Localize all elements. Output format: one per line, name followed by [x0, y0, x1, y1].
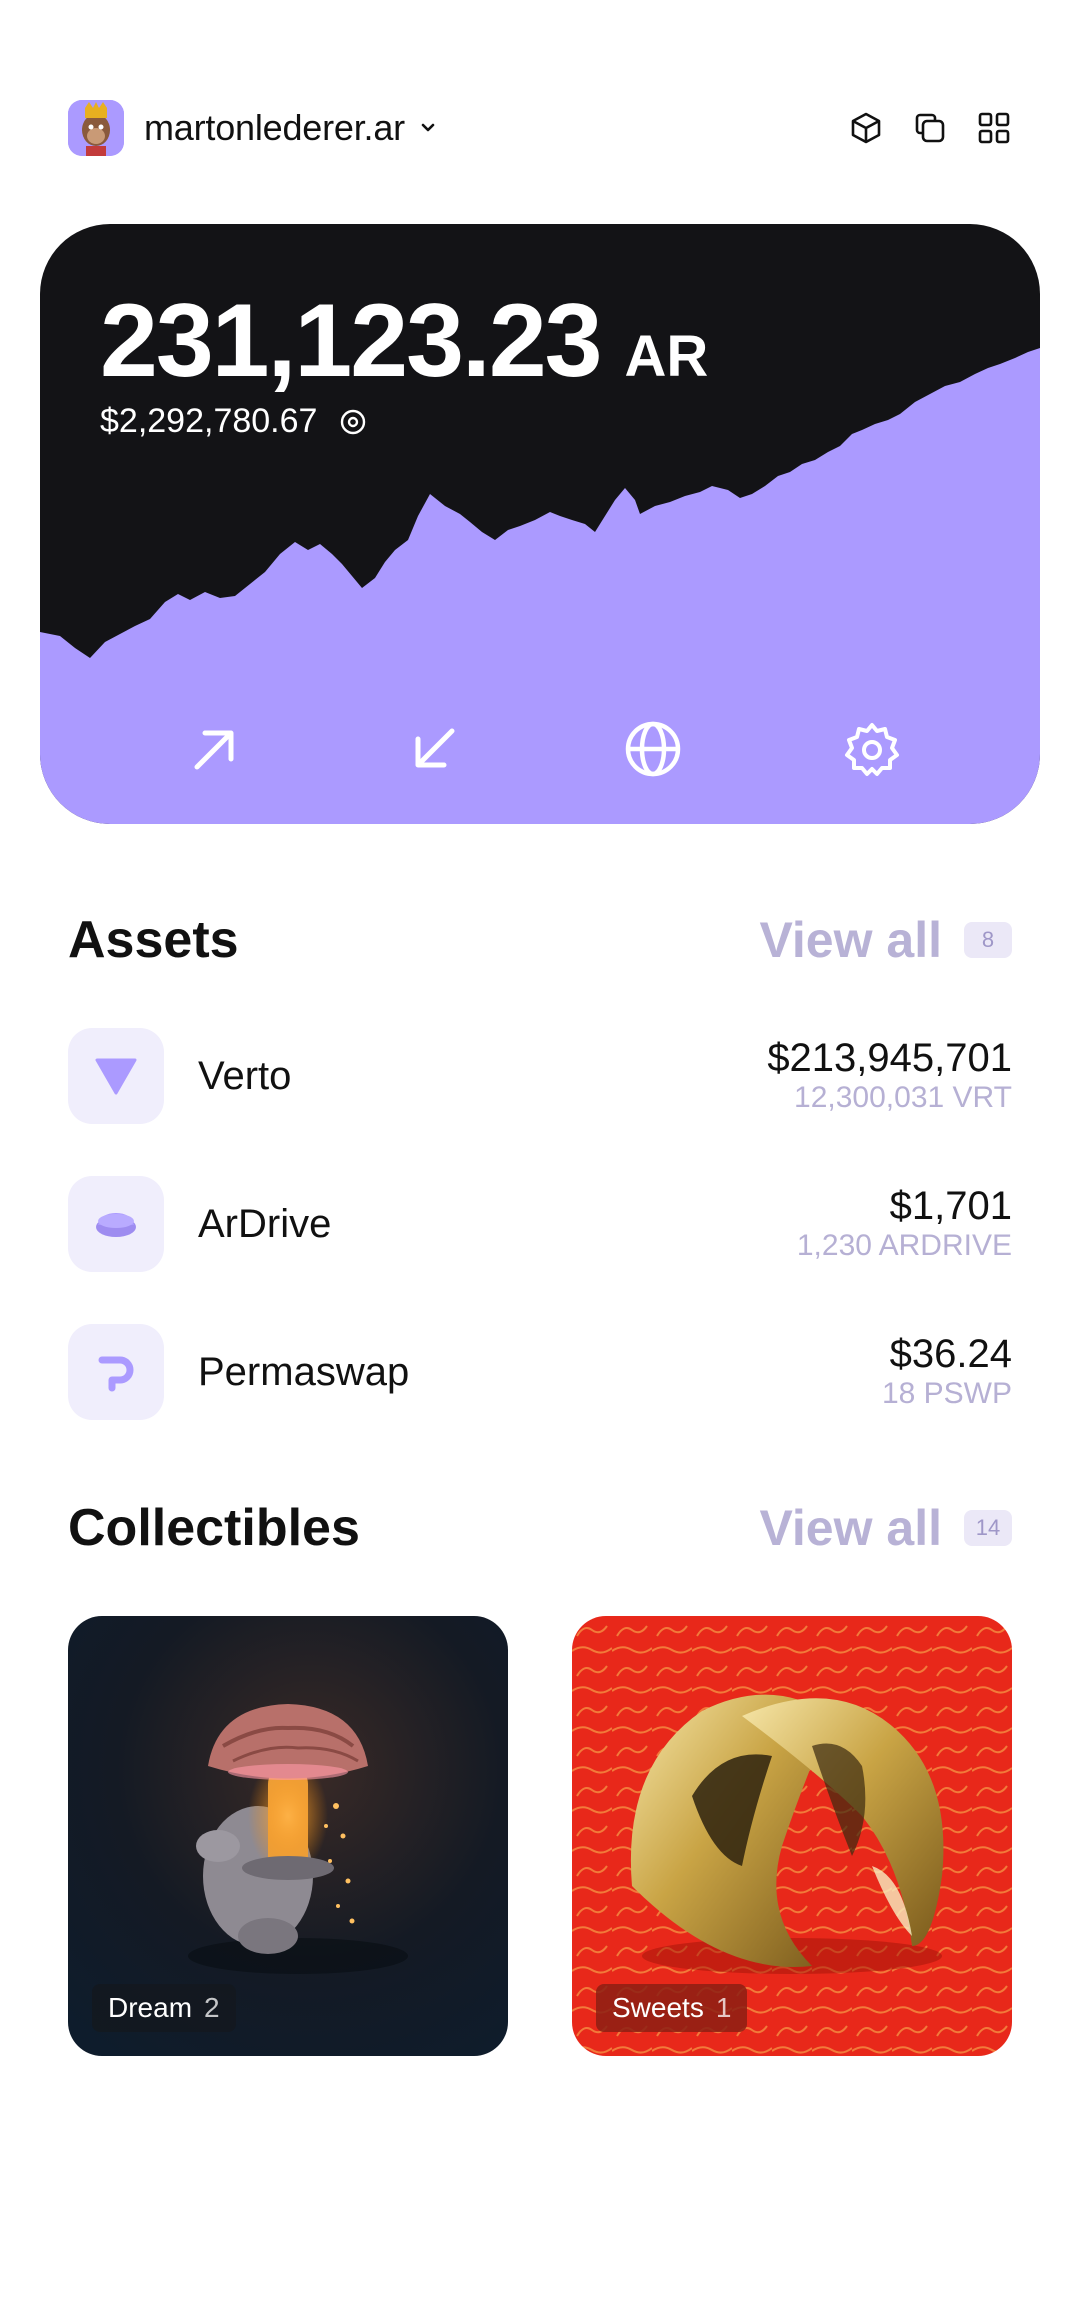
quick-actions [40, 714, 1040, 824]
assets-header: Assets View all 8 [68, 910, 1012, 970]
receive-button[interactable] [399, 714, 469, 784]
collectibles-header: Collectibles View all 14 [68, 1498, 1012, 1558]
asset-fiat-value: $1,701 [889, 1184, 1012, 1228]
chevron-down-icon [421, 123, 435, 132]
explore-button[interactable] [618, 714, 688, 784]
collectible-name: Sweets [612, 1992, 704, 2023]
asset-fiat-value: $213,945,701 [767, 1036, 1012, 1080]
copy-icon[interactable] [912, 110, 948, 146]
avatar [68, 100, 124, 156]
collectible-count: 2 [204, 1992, 220, 2023]
asset-name: Verto [198, 1053, 292, 1098]
collectible-label: Dream 2 [92, 1984, 236, 2032]
receive-arrow-icon [415, 728, 455, 768]
asset-quantity: 12,300,031 VRT [794, 1081, 1012, 1114]
asset-name: Permaswap [198, 1349, 410, 1394]
assets-view-all-button[interactable]: View all 8 [759, 911, 1012, 969]
collectibles-title: Collectibles [68, 1499, 360, 1557]
asset-name: ArDrive [198, 1201, 332, 1246]
view-all-label: View all [759, 912, 942, 968]
fiat-balance: $2,292,780.67 [100, 402, 318, 440]
send-arrow-icon [194, 730, 234, 770]
balance-unit: AR [624, 324, 709, 389]
ardrive-icon [68, 1176, 164, 1272]
cube-icon[interactable] [848, 110, 884, 146]
settings-gear-icon [845, 723, 899, 776]
balance-card: 231,123.23 AR $2,292,780.67 [40, 224, 1040, 824]
assets-title: Assets [68, 911, 239, 969]
asset-fiat-value: $36.24 [889, 1332, 1012, 1376]
assets-count-badge: 8 [964, 922, 1012, 958]
collectible-label: Sweets 1 [596, 1984, 748, 2032]
send-button[interactable] [180, 714, 250, 784]
balance-amount: 231,123.23 [100, 283, 603, 399]
settings-button[interactable] [837, 714, 907, 784]
asset-row-ardrive[interactable]: ArDrive $1,701 1,230 ARDRIVE [68, 1176, 1012, 1272]
grid-icon[interactable] [976, 110, 1012, 146]
asset-row-verto[interactable]: Verto $213,945,701 12,300,031 VRT [68, 1028, 1012, 1124]
top-bar: martonlederer.ar [68, 98, 1012, 158]
globe-icon [625, 721, 681, 777]
collectibles-count-badge: 14 [964, 1510, 1012, 1546]
collectible-count: 1 [715, 1992, 732, 2023]
verto-triangle-icon [68, 1028, 164, 1124]
collectible-card-dream[interactable]: Dream 2 [68, 1616, 508, 2056]
eye-icon[interactable] [339, 408, 367, 436]
collectible-name: Dream [108, 1992, 193, 2023]
asset-row-permaswap[interactable]: Permaswap $36.24 18 PSWP [68, 1324, 1012, 1420]
permaswap-icon [68, 1324, 164, 1420]
account-switcher[interactable]: martonlederer.ar [68, 100, 439, 156]
account-name: martonlederer.ar [144, 107, 405, 148]
view-all-label: View all [759, 1500, 942, 1556]
collectible-card-sweets[interactable]: Sweets 1 [572, 1616, 1012, 2056]
asset-quantity: 18 PSWP [881, 1377, 1012, 1410]
collectibles-view-all-button[interactable]: View all 14 [759, 1499, 1012, 1557]
asset-quantity: 1,230 ARDRIVE [796, 1229, 1012, 1262]
